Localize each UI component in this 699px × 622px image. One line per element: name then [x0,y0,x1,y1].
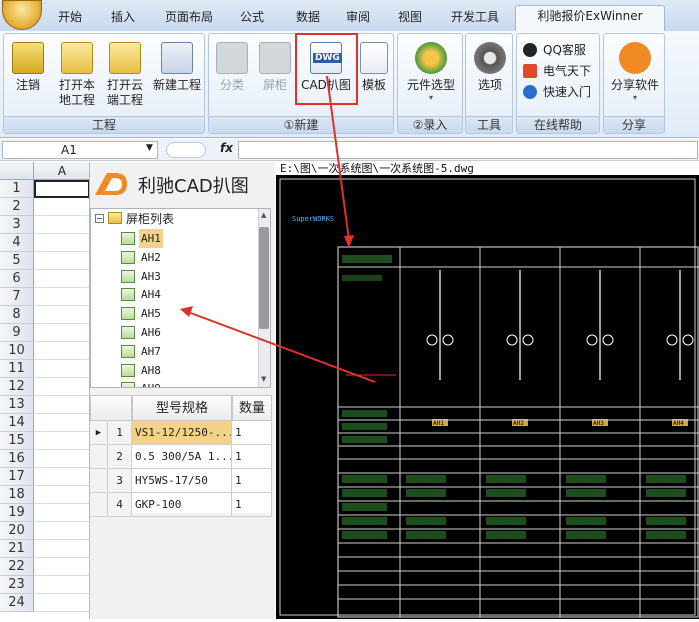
annotation-arrows [180,75,376,383]
